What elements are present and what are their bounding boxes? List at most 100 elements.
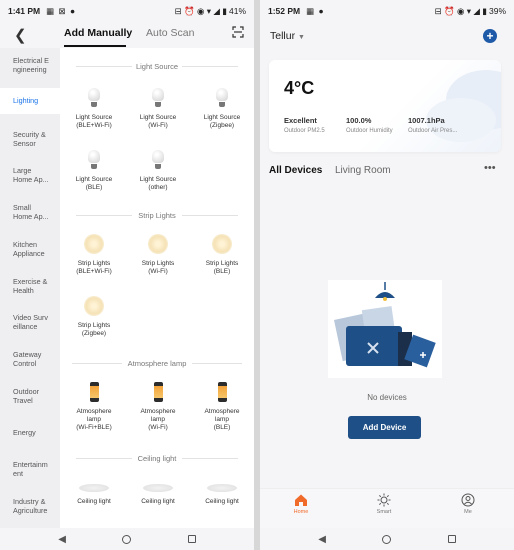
sidebar-item-kitchen-appliance[interactable]: Kitchen Appliance xyxy=(0,240,60,258)
device-label: Light Source xyxy=(139,114,177,121)
sidebar-item-exercise-health[interactable]: Exercise & Health xyxy=(0,277,60,295)
scan-icon[interactable] xyxy=(232,26,244,38)
strip-light-icon xyxy=(84,296,104,316)
tab-all-devices[interactable]: All Devices xyxy=(269,165,322,176)
device-light-source-other[interactable]: Light Source (other) xyxy=(128,150,188,192)
sidebar-item-large-home-appliance[interactable]: Large Home Ap... xyxy=(0,166,60,184)
strip-light-icon xyxy=(212,234,232,254)
weather-background-icon xyxy=(426,70,501,142)
device-light-source-ble[interactable]: Light Source (BLE) xyxy=(64,150,124,192)
device-label: Strip Lights xyxy=(77,260,111,267)
ceiling-light-icon xyxy=(143,484,173,492)
device-ceiling-light-3[interactable]: Ceiling light xyxy=(192,484,252,506)
home-icon xyxy=(295,494,307,506)
device-label: (Wi-Fi+BLE) xyxy=(76,424,112,431)
system-icons: ⊟ ⏰ ◉ ▾ ◢ ▮ xyxy=(174,5,227,16)
device-light-source-zigbee[interactable]: Light Source (Zigbee) xyxy=(192,88,252,130)
add-device-screen: 1:41 PM ▦ ⊠ ● ⊟ ⏰ ◉ ▾ ◢ ▮ 41% ❮ Add Manu… xyxy=(0,0,254,550)
device-ceiling-light-2[interactable]: Ceiling light xyxy=(128,484,188,506)
tab-add-manually[interactable]: Add Manually xyxy=(64,27,132,39)
bulb-icon xyxy=(152,88,164,108)
pressure-value: 1007.1hPa xyxy=(408,116,445,125)
status-bar: 1:52 PM ▦ ● ⊟ ⏰ ◉ ▾ ◢ ▮ 39% xyxy=(260,0,514,22)
sidebar-item-label: Entertainm xyxy=(13,460,48,469)
divider xyxy=(182,66,238,67)
sidebar-item-gateway-control[interactable]: Gateway Control xyxy=(0,350,60,368)
tab-living-room[interactable]: Living Room xyxy=(335,165,391,176)
sidebar-item-label: Lighting xyxy=(13,96,39,105)
device-label: Strip Lights xyxy=(205,260,239,267)
divider xyxy=(182,215,238,216)
nav-back-icon[interactable]: ◀ xyxy=(318,534,326,545)
device-strip-lights-ble[interactable]: Strip Lights (BLE) xyxy=(192,234,252,276)
sidebar-item-label: Outdoor xyxy=(13,387,39,396)
add-icon[interactable]: + xyxy=(483,29,497,43)
device-label: Ceiling light xyxy=(205,498,239,505)
device-label: (other) xyxy=(148,184,168,191)
sidebar-item-label: Home Ap... xyxy=(13,175,49,184)
sidebar-item-industry-agriculture[interactable]: Industry & Agriculture xyxy=(0,497,60,515)
device-strip-lights-zigbee[interactable]: Strip Lights (Zigbee) xyxy=(64,296,124,338)
lamp-icon xyxy=(89,382,99,402)
bulb-icon xyxy=(216,88,228,108)
nav-recents-icon[interactable] xyxy=(447,535,456,543)
device-light-source-ble-wifi[interactable]: Light Source (BLE+Wi-Fi) xyxy=(64,88,124,130)
nav-home-icon[interactable] xyxy=(382,534,392,544)
device-label: Atmosphere xyxy=(76,408,112,415)
sidebar-item-label: Kitchen xyxy=(13,240,37,249)
home-selector[interactable]: Tellur ▼ xyxy=(270,30,305,42)
device-light-source-wifi[interactable]: Light Source (Wi-Fi) xyxy=(128,88,188,130)
temperature: 4°C xyxy=(284,78,315,98)
device-label: (BLE+Wi-Fi) xyxy=(76,268,112,275)
sidebar-item-label: Health xyxy=(13,286,34,295)
sidebar-item-label: Gateway xyxy=(13,350,42,359)
status-right: ⊟ ⏰ ◉ ▾ ◢ ▮ 39% xyxy=(435,6,506,17)
sidebar-item-label: Control xyxy=(13,359,37,368)
nav-home-icon[interactable] xyxy=(122,534,132,544)
bulb-icon xyxy=(88,150,100,170)
sidebar-item-label: ent xyxy=(13,469,23,478)
tab-me[interactable]: Me xyxy=(448,493,488,515)
device-ceiling-light-1[interactable]: Ceiling light xyxy=(64,484,124,506)
device-strip-lights-ble-wifi[interactable]: Strip Lights (BLE+Wi-Fi) xyxy=(64,234,124,276)
device-label: (Zigbee) xyxy=(81,330,107,337)
divider xyxy=(192,363,242,364)
tab-home[interactable]: Home xyxy=(281,493,321,515)
sidebar-item-outdoor-travel[interactable]: Outdoor Travel xyxy=(0,387,60,405)
more-icon[interactable]: ••• xyxy=(484,162,496,174)
device-atmosphere-lamp-wifi-ble[interactable]: Atmosphere lamp (Wi-Fi+BLE) xyxy=(64,382,124,432)
home-name: Tellur xyxy=(270,30,296,42)
divider xyxy=(182,458,238,459)
sidebar-item-label: Industry & xyxy=(13,497,46,506)
sidebar-item-lighting[interactable]: Lighting xyxy=(0,88,60,114)
nav-recents-icon[interactable] xyxy=(187,535,196,543)
nav-back-icon[interactable]: ◀ xyxy=(58,534,66,545)
device-atmosphere-lamp-ble[interactable]: Atmosphere lamp (BLE) xyxy=(192,382,252,432)
tab-smart[interactable]: Smart xyxy=(364,493,404,515)
device-strip-lights-wifi[interactable]: Strip Lights (Wi-Fi) xyxy=(128,234,188,276)
sidebar-item-small-home-appliance[interactable]: Small Home Ap... xyxy=(0,203,60,221)
device-atmosphere-lamp-wifi[interactable]: Atmosphere lamp (Wi-Fi) xyxy=(128,382,188,432)
device-label: (BLE) xyxy=(213,268,231,275)
sidebar-item-energy[interactable]: Energy xyxy=(0,428,60,437)
sidebar-item-label: Agriculture xyxy=(13,506,48,515)
sidebar-item-label: Large xyxy=(13,166,32,175)
sidebar-item-label: Electrical E xyxy=(13,56,49,65)
bulb-icon xyxy=(152,150,164,170)
battery-level: 41% xyxy=(228,6,246,16)
empty-state-message: No devices xyxy=(367,393,407,402)
pressure-label: Outdoor Air Pres... xyxy=(408,128,458,134)
device-label: Atmosphere xyxy=(204,408,240,415)
sidebar-item-electrical-engineering[interactable]: Electrical E ngineering xyxy=(0,56,60,82)
sidebar-item-entertainment[interactable]: Entertainm ent xyxy=(0,460,60,478)
add-device-button[interactable]: Add Device xyxy=(348,416,421,439)
sidebar-item-video-surveillance[interactable]: Video Surv eillance xyxy=(0,313,60,331)
device-label: (BLE+Wi-Fi) xyxy=(76,122,112,129)
ceiling-light-icon xyxy=(79,484,109,492)
tab-auto-scan[interactable]: Auto Scan xyxy=(146,27,194,39)
sidebar-item-security-sensor[interactable]: Security & Sensor xyxy=(0,130,60,148)
humidity-value: 100.0% xyxy=(346,116,372,125)
sidebar-item-label: Small xyxy=(13,203,31,212)
caret-down-icon: ▼ xyxy=(298,34,305,41)
back-icon[interactable]: ❮ xyxy=(14,26,27,44)
